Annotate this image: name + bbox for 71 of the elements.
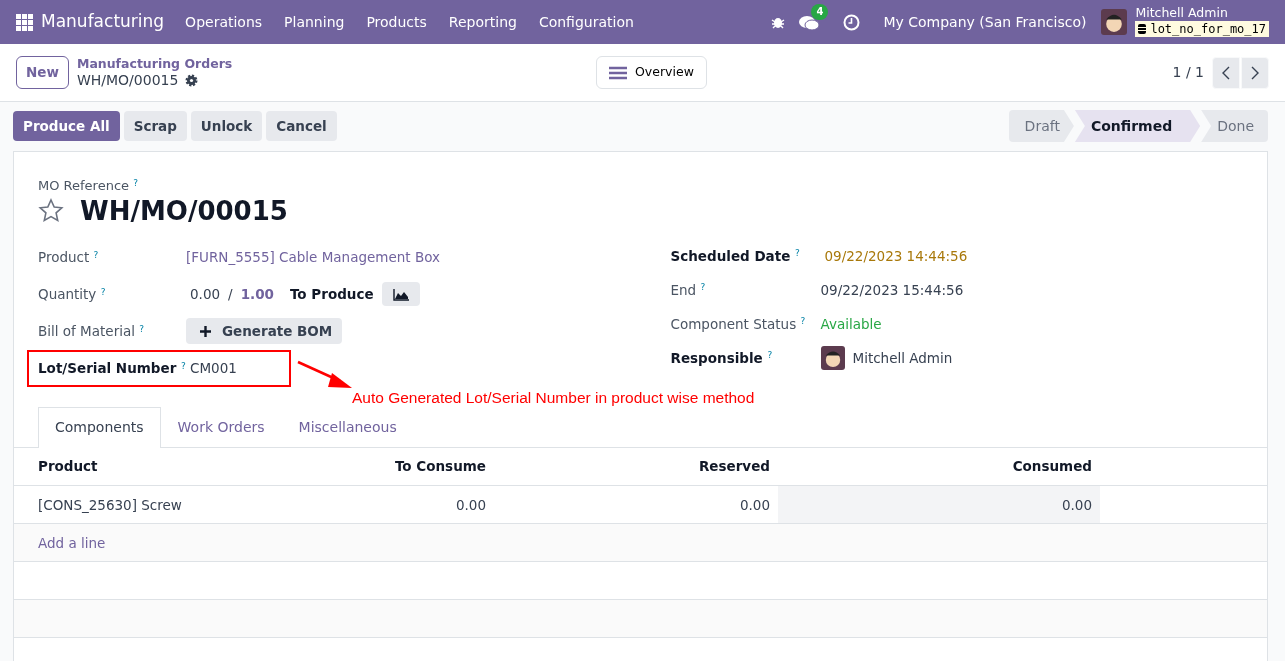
column-header: Reserved	[494, 447, 778, 486]
bug-icon[interactable]	[771, 15, 786, 29]
field-label: Product $^{?}$	[38, 248, 100, 268]
user-name[interactable]: Mitchell Admin	[1135, 7, 1269, 20]
quantity-separator: /	[228, 285, 233, 305]
company-switcher[interactable]: My Company (San Francisco)	[872, 11, 1098, 33]
tab[interactable]: Work Orders	[160, 406, 282, 447]
quantity-cell: 0.00	[778, 485, 1100, 524]
generate-bom-button[interactable]: Generate BOM	[186, 318, 343, 345]
menu-item[interactable]: Reporting	[437, 11, 528, 33]
star-icon[interactable]	[38, 198, 64, 225]
user-avatar	[1101, 9, 1128, 35]
status-stage[interactable]: Confirmed	[1074, 110, 1201, 142]
overview-button[interactable]: Overview	[596, 56, 707, 89]
status-stage[interactable]: Done	[1201, 110, 1268, 142]
status-stage[interactable]: Draft	[1008, 110, 1074, 142]
menu-icon	[609, 65, 627, 80]
field-label: Bill of Material $^{?}$	[38, 322, 146, 342]
chevron-left-icon	[1222, 66, 1230, 80]
new-button[interactable]: New	[16, 56, 69, 89]
add-line-link[interactable]: Add a line	[38, 532, 106, 553]
tab[interactable]: Miscellaneous	[281, 406, 414, 447]
menu-item[interactable]: Planning	[273, 11, 356, 33]
field-label: Quantity $^{?}$	[38, 285, 107, 305]
database-name: lot_no_for_mo_17	[1150, 22, 1266, 35]
field-label: Responsible $^{?}$	[670, 348, 774, 368]
product-cell[interactable]: [CONS_25630] Screw	[14, 485, 384, 524]
field-label: Scheduled Date $^{?}$	[670, 246, 801, 266]
plus-icon	[200, 325, 211, 337]
column-header: Product	[14, 447, 384, 486]
unit-label: To Produce	[289, 285, 374, 305]
field-label: Component Status $^{?}$	[670, 314, 807, 334]
action-button[interactable]: Unlock	[190, 110, 263, 142]
field-value: 09/22/2023 15:44:56	[820, 280, 965, 300]
user-avatar	[820, 345, 845, 370]
breadcrumb-link[interactable]: Manufacturing Orders	[76, 55, 233, 72]
status-value: Available	[820, 314, 883, 334]
app-title[interactable]: Manufacturing	[41, 9, 165, 35]
tab[interactable]: Components	[38, 406, 161, 448]
action-button[interactable]: Produce All	[13, 110, 120, 142]
gear-icon[interactable]	[185, 73, 199, 87]
column-header: To Consume	[384, 447, 494, 486]
area-chart-icon	[392, 289, 409, 302]
annotation-text: Auto Generated Lot/Serial Number in product wise method	[352, 388, 756, 407]
action-button[interactable]: Cancel	[266, 110, 337, 142]
reference-label: MO Reference $^{?}$	[38, 176, 139, 195]
clock-icon[interactable]	[843, 13, 861, 31]
message-count-badge: 4	[811, 4, 829, 21]
pager-value: 1 / 1	[1172, 63, 1204, 82]
action-button[interactable]: Scrap	[123, 110, 187, 142]
product-link[interactable]: [FURN_5555] Cable Management Box	[186, 247, 641, 268]
field-label: Lot/Serial Number $^{?}$	[38, 359, 186, 379]
user-value[interactable]: Mitchell Admin	[852, 347, 953, 368]
produced-quantity: 0.00	[190, 285, 221, 305]
target-quantity: 1.00	[240, 285, 274, 305]
quantity-cell: 0.00	[384, 485, 494, 524]
previous-button[interactable]	[1212, 56, 1240, 89]
apps-menu-icon[interactable]	[16, 13, 33, 31]
forecast-button[interactable]	[381, 282, 420, 307]
menu-item[interactable]: Operations	[174, 11, 274, 33]
menu-item[interactable]: Configuration	[527, 11, 645, 33]
column-header: Consumed	[778, 447, 1100, 486]
record-title: WH/MO/00015	[80, 195, 288, 227]
field-value: CM001	[190, 359, 238, 379]
field-label: End $^{?}$	[670, 280, 707, 300]
chevron-right-icon	[1251, 66, 1259, 80]
record-name: WH/MO/00015	[76, 71, 179, 90]
menu-item[interactable]: Products	[355, 11, 438, 33]
database-icon	[1138, 23, 1147, 34]
date-value: 09/22/2023 14:44:56	[824, 246, 969, 266]
next-button[interactable]	[1241, 56, 1269, 89]
